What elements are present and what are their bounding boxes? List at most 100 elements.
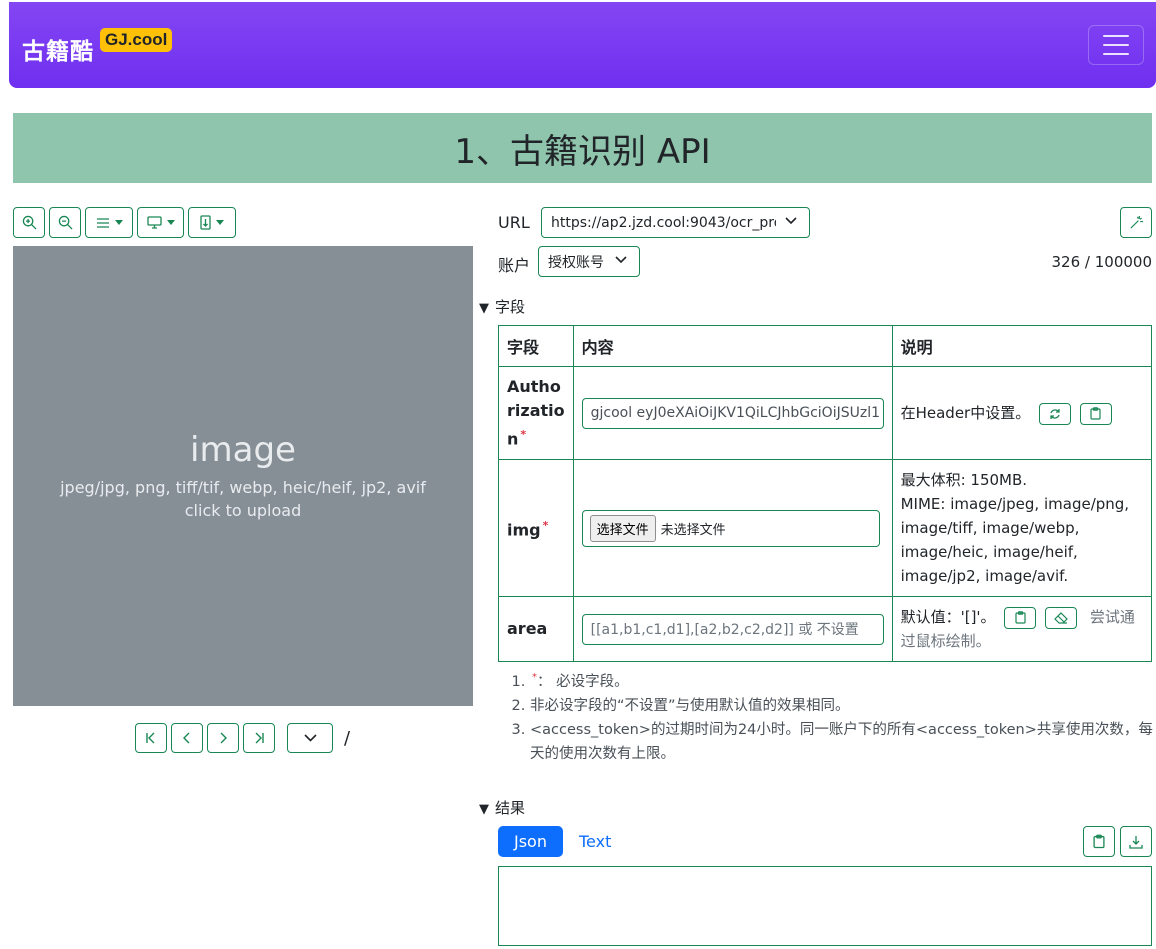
field-desc-authorization: 在Header中设置。 bbox=[891, 365, 1153, 461]
download-icon bbox=[1129, 835, 1143, 849]
url-label: URL bbox=[498, 213, 530, 232]
table-header-row: 字段 内容 说明 bbox=[498, 325, 1153, 367]
image-placeholder-title: image bbox=[190, 430, 296, 470]
url-select-value: https://ap2.jzd.cool:9043/ocr_pro bbox=[551, 214, 776, 231]
file-status: 未选择文件 bbox=[660, 522, 726, 538]
upload-hint: click to upload bbox=[184, 501, 302, 520]
display-dropdown-button[interactable] bbox=[137, 207, 184, 238]
field-name-part: rizatio bbox=[507, 401, 565, 420]
magic-wand-button[interactable] bbox=[1120, 207, 1152, 238]
page-count-separator: / bbox=[344, 728, 351, 749]
copy-token-button[interactable] bbox=[1079, 402, 1112, 425]
img-desc-line: image/tiff, image/webp, bbox=[900, 519, 1080, 538]
account-select[interactable]: 授权账号 bbox=[538, 246, 640, 277]
copy-result-button[interactable] bbox=[1083, 826, 1115, 857]
image-formats: jpeg/jpg, png, tiff/tif, webp, heic/heif… bbox=[60, 478, 426, 497]
magic-wand-icon bbox=[1129, 215, 1143, 229]
note-item: *： 必设字段。 bbox=[530, 666, 1153, 694]
table-row-area: area [[a1,b1,c1,d1],[a2,b2,c2,d2]] 或 不设置… bbox=[498, 596, 1153, 663]
chevron-right-icon bbox=[220, 732, 227, 744]
tab-text[interactable]: Text bbox=[579, 832, 611, 851]
results-summary-label: 结果 bbox=[495, 799, 526, 817]
usage-counter: 326 / 100000 bbox=[1051, 253, 1152, 271]
img-file-input[interactable]: 选择文件 未选择文件 bbox=[581, 509, 880, 547]
layout-dropdown-button[interactable] bbox=[85, 207, 133, 238]
brand-name[interactable]: 古籍酷 bbox=[22, 32, 94, 66]
fields-summary-label: 字段 bbox=[495, 298, 526, 316]
required-mark: * bbox=[542, 519, 549, 533]
hamburger-icon-bar bbox=[1103, 44, 1129, 46]
url-select[interactable]: https://ap2.jzd.cool:9043/ocr_pro bbox=[541, 207, 810, 238]
choose-file-button[interactable]: 选择文件 bbox=[589, 514, 656, 542]
field-content-img: 选择文件 未选择文件 bbox=[572, 459, 893, 598]
clear-area-button[interactable] bbox=[1045, 606, 1078, 629]
table-row-authorization: Autho rizatio n * gjcool eyJ0eXAiOiJKV1Qi… bbox=[498, 365, 1153, 461]
eraser-icon bbox=[1054, 611, 1068, 624]
required-mark: * bbox=[520, 428, 527, 441]
caret-down-icon bbox=[216, 220, 224, 225]
img-desc-line: 最大体积: 150MB. bbox=[900, 471, 1028, 490]
field-content-area: [[a1,b1,c1,d1],[a2,b2,c2,d2]] 或 不设置 bbox=[572, 596, 893, 663]
prev-page-button[interactable] bbox=[171, 723, 203, 753]
note-text: ： 必设字段。 bbox=[537, 673, 629, 690]
field-name-authorization: Autho rizatio n * bbox=[498, 365, 574, 461]
note-item: <access_token>的过期时间为24小时。同一账户下的所有<access… bbox=[530, 718, 1153, 766]
next-page-button[interactable] bbox=[207, 723, 239, 753]
chevron-down-icon bbox=[785, 217, 797, 225]
triangle-down-icon: ▼ bbox=[479, 802, 489, 817]
refresh-token-button[interactable] bbox=[1039, 402, 1072, 425]
clipboard-icon bbox=[1015, 611, 1026, 624]
field-name-part: Autho bbox=[507, 377, 561, 396]
area-input[interactable]: [[a1,b1,c1,d1],[a2,b2,c2,d2]] 或 不设置 bbox=[581, 613, 884, 645]
page-select[interactable] bbox=[287, 723, 333, 753]
field-name-text: img bbox=[507, 520, 541, 540]
result-output[interactable] bbox=[498, 866, 1152, 946]
note-item: 非必设字段的“不设置”与使用默认值的效果相同。 bbox=[530, 694, 1153, 718]
authorization-desc: 在Header中设置。 bbox=[900, 404, 1031, 423]
last-page-button[interactable] bbox=[243, 723, 275, 753]
chevron-left-icon bbox=[183, 732, 190, 744]
sort-dropdown-button[interactable] bbox=[188, 207, 236, 238]
img-desc-line: image/heic, image/heif, bbox=[900, 543, 1078, 562]
field-name-area: area bbox=[498, 596, 574, 663]
field-name-img: img * bbox=[498, 459, 574, 598]
refresh-icon bbox=[1050, 408, 1060, 419]
zoom-out-button[interactable] bbox=[49, 207, 81, 238]
navbar: 古籍酷 GJ.cool bbox=[9, 2, 1156, 88]
copy-area-button[interactable] bbox=[1004, 606, 1037, 629]
notes-list: *： 必设字段。 非必设字段的“不设置”与使用默认值的效果相同。 <access… bbox=[498, 666, 1153, 766]
chevron-down-icon bbox=[303, 734, 317, 742]
img-desc-line: MIME: image/jpeg, image/png, bbox=[900, 495, 1130, 514]
table-row-img: img * 选择文件 未选择文件 最大体积: 150MB. MIME: image… bbox=[498, 459, 1153, 598]
brand-badge[interactable]: GJ.cool bbox=[100, 28, 173, 52]
area-default-desc: 默认值：'[]'。 bbox=[900, 608, 996, 627]
hamburger-icon-bar bbox=[1103, 53, 1129, 55]
page-title: 1、古籍识别 API bbox=[13, 113, 1152, 183]
download-result-button[interactable] bbox=[1120, 826, 1152, 857]
caret-down-icon bbox=[166, 220, 175, 225]
field-desc-img: 最大体积: 150MB. MIME: image/jpeg, image/png… bbox=[891, 459, 1153, 598]
results-summary[interactable]: ▼ 结果 bbox=[479, 797, 525, 818]
field-desc-area: 默认值：'[]'。 尝试通过鼠标绘制。 bbox=[891, 596, 1153, 663]
triangle-down-icon: ▼ bbox=[479, 301, 489, 316]
img-desc-line: image/jp2, image/avif. bbox=[900, 567, 1069, 586]
menu-toggle-button[interactable] bbox=[1088, 25, 1144, 65]
field-content-authorization: gjcool eyJ0eXAiOiJKV1QiLCJhbGciOiJSUzl1 bbox=[572, 365, 893, 461]
field-name-part: n bbox=[507, 429, 519, 449]
zoom-in-button[interactable] bbox=[13, 207, 45, 238]
account-select-value: 授权账号 bbox=[548, 254, 604, 271]
col-header-description: 说明 bbox=[891, 325, 1153, 367]
col-header-content: 内容 bbox=[572, 325, 893, 367]
image-upload-area[interactable]: image jpeg/jpg, png, tiff/tif, webp, hei… bbox=[13, 246, 473, 706]
authorization-input[interactable]: gjcool eyJ0eXAiOiJKV1QiLCJhbGciOiJSUzl1 bbox=[581, 397, 884, 429]
zoom-in-icon bbox=[22, 215, 37, 230]
first-page-button[interactable] bbox=[135, 723, 167, 753]
sort-icon bbox=[200, 215, 211, 230]
fields-summary[interactable]: ▼ 字段 bbox=[479, 296, 525, 317]
account-label: 账户 bbox=[498, 256, 531, 275]
caret-down-icon bbox=[114, 220, 123, 225]
last-page-icon bbox=[255, 732, 264, 744]
clipboard-icon bbox=[1093, 834, 1105, 849]
tab-json[interactable]: Json bbox=[498, 826, 563, 857]
zoom-out-icon bbox=[58, 215, 73, 230]
